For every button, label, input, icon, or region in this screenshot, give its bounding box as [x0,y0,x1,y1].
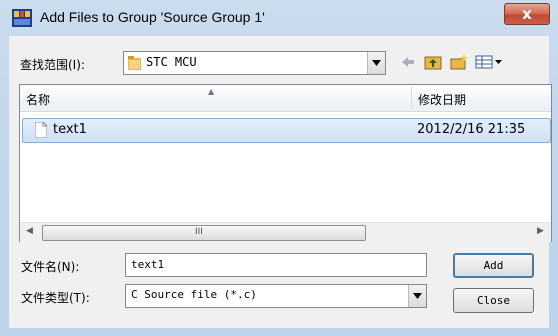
new-folder-icon[interactable] [450,54,468,70]
file-icon [35,122,47,138]
chevron-down-icon [372,60,381,66]
dialog-window: Add Files to Group 'Source Group 1' x 查找… [0,0,558,336]
lookin-combo[interactable]: STC MCU [123,51,386,75]
lookin-label: 查找范围(I): [20,58,85,72]
filetype-value: C Source file (*.c) [131,288,257,301]
column-separator[interactable] [411,87,412,109]
filetype-label: 文件类型(T): [21,291,90,305]
chevron-down-icon [413,293,422,299]
column-header-date[interactable]: 修改日期 [418,91,466,108]
sort-arrow-icon: ▲ [208,87,215,96]
filetype-dropdown-button[interactable] [408,285,426,307]
file-name-cell: text1 [53,122,87,137]
column-header-name[interactable]: 名称 [26,91,50,108]
horizontal-scrollbar[interactable]: ◀ III ▶ [20,222,551,242]
title-bar[interactable]: Add Files to Group 'Source Group 1' x [0,0,558,36]
list-header: ▲ 名称 修改日期 [20,85,551,112]
app-icon [12,9,32,27]
window-title: Add Files to Group 'Source Group 1' [40,9,265,25]
back-icon[interactable] [400,54,416,70]
scroll-left-icon[interactable]: ◀ [26,226,33,236]
close-button[interactable]: Close [453,288,534,313]
add-button[interactable]: Add [453,253,534,278]
close-icon: x [522,5,532,23]
lookin-value: STC MCU [146,55,197,69]
lookin-dropdown-button[interactable] [367,52,385,74]
filename-field[interactable]: text1 [125,253,427,277]
scroll-right-icon[interactable]: ▶ [537,226,544,236]
file-list[interactable]: ▲ 名称 修改日期 text1 2012/2/16 21:35 ◀ III ▶ [19,84,552,242]
scroll-grip: III [195,227,203,237]
folder-icon [128,56,141,70]
filetype-combo[interactable]: C Source file (*.c) [125,284,427,308]
view-menu-icon[interactable] [475,54,503,70]
up-folder-icon[interactable] [424,54,442,70]
file-date-cell: 2012/2/16 21:35 [417,122,526,137]
close-window-button[interactable]: x [504,3,550,25]
filename-value: text1 [131,258,165,271]
scrollbar-thumb[interactable]: III [42,225,366,241]
list-item[interactable]: text1 2012/2/16 21:35 [22,118,551,143]
filename-label: 文件名(N): [21,260,80,274]
